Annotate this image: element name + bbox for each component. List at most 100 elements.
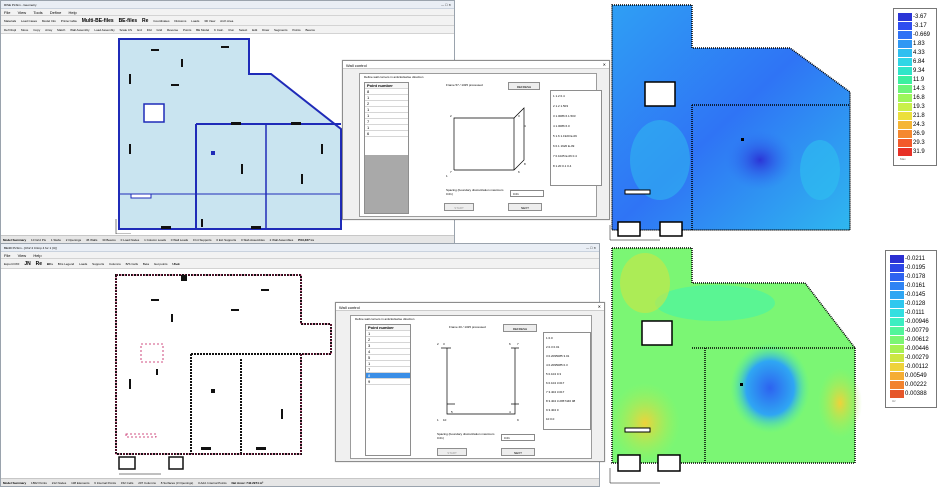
draw-tab[interactable]: Draw xyxy=(262,28,269,32)
wall-assembly-button[interactable]: Wall Assembly xyxy=(70,28,89,32)
coords-row: 9 3.404 0 xyxy=(546,408,559,412)
start-button[interactable]: START xyxy=(444,203,474,211)
legend-value: 16.8 xyxy=(913,95,925,101)
legend-value: 14.3 xyxy=(913,86,925,92)
status-points: 1862 Points xyxy=(31,481,47,485)
fild-button[interactable]: Fild xyxy=(147,28,152,32)
legend-swatch xyxy=(898,22,912,30)
start-button[interactable]: START xyxy=(437,448,467,456)
be-model-button[interactable]: BE Model xyxy=(196,28,209,32)
refresh-button[interactable]: REFRESH xyxy=(508,82,540,90)
supports-button[interactable]: Supports xyxy=(92,262,104,266)
legend-value: -0.00612 xyxy=(905,337,929,343)
menu-file[interactable]: File xyxy=(4,253,10,258)
window-controls[interactable]: — ☐ ✕ xyxy=(586,246,596,250)
legend-value: -0.00112 xyxy=(905,364,929,370)
instruction-label: Define wall corners in anticlockwise dir… xyxy=(364,75,424,79)
bs-cells-button[interactable]: B/S Cells xyxy=(126,262,138,266)
columns-button[interactable]: Columns xyxy=(109,262,121,266)
scale-cs-button[interactable]: Scale CS xyxy=(120,28,133,32)
divisions-button[interactable]: Divisions xyxy=(174,19,186,23)
legend-swatch xyxy=(898,49,912,57)
uhek-button[interactable]: Uhek xyxy=(172,262,179,266)
materials-button[interactable]: Materials xyxy=(4,19,16,23)
array-button[interactable]: Array xyxy=(45,28,52,32)
loads-button[interactable]: Loads xyxy=(191,19,199,23)
legend-swatch xyxy=(890,273,904,281)
select-tab[interactable]: Select xyxy=(239,28,247,32)
point-list[interactable]: Point number 1 2 3 4 5 1 7 8 9 xyxy=(365,324,411,456)
point-list[interactable]: Point number 8 1 2 1 1 7 1 6 xyxy=(364,82,409,214)
multi-be-files-button[interactable]: Multi-BE-files xyxy=(82,19,114,24)
spacing-input[interactable]: 0.01 xyxy=(510,190,544,197)
menu-help[interactable]: Help xyxy=(33,253,41,258)
bcs-button[interactable]: BCs xyxy=(47,262,53,266)
coords-list[interactable]: 1 0.0 2 0.3 0.01 3 0.2095085 3.01 4 0.20… xyxy=(543,332,591,430)
load-assembly-button[interactable]: Load Assembly xyxy=(94,28,114,32)
re-button[interactable]: Re xyxy=(36,262,42,267)
legend-swatch xyxy=(898,148,912,156)
coords-row: 6 0.1 1920 E-09 xyxy=(553,144,575,148)
legend-value: -0.00446 xyxy=(905,346,929,352)
run-button[interactable]: Run xyxy=(229,28,235,32)
menu-view[interactable]: View xyxy=(18,253,27,258)
points-button[interactable]: Points xyxy=(183,28,191,32)
window-controls[interactable]: — ☐ ✕ xyxy=(441,3,451,7)
load-cases-button[interactable]: Load Cases xyxy=(21,19,37,23)
grd-button[interactable]: Grd xyxy=(137,28,142,32)
list-item[interactable]: 6 xyxy=(365,131,408,137)
edit-tab[interactable]: Edit xyxy=(252,28,257,32)
segments-tab[interactable]: Segments xyxy=(274,28,288,32)
beta-button[interactable]: Beta xyxy=(143,262,149,266)
legend-swatch xyxy=(898,85,912,93)
export-dxf-button[interactable]: Export DXF xyxy=(4,262,20,266)
menu-file[interactable]: File xyxy=(4,10,10,15)
printer-table-button[interactable]: Printer table xyxy=(61,19,77,23)
next-button[interactable]: NEXT xyxy=(501,448,535,456)
refresh-button[interactable]: REFRESH xyxy=(503,324,537,332)
instruction-label: Define wall corners in anticlockwise dir… xyxy=(355,317,415,321)
menu-tools[interactable]: Tools xyxy=(33,10,42,15)
arch-area-button[interactable]: Arch Area xyxy=(220,19,233,23)
coordinates-button[interactable]: Coordinates xyxy=(153,19,169,23)
beams-tab[interactable]: Beams xyxy=(306,28,315,32)
k-calc-button[interactable]: K Calc. xyxy=(214,28,224,32)
legend-swatch xyxy=(890,291,904,299)
model-info-button[interactable]: Model Info xyxy=(42,19,56,23)
move-button[interactable]: Move xyxy=(21,28,28,32)
grid-button[interactable]: Grid xyxy=(156,28,162,32)
next-button[interactable]: NEXT xyxy=(508,203,542,211)
points-tab[interactable]: Points xyxy=(292,28,300,32)
menu-help[interactable]: Help xyxy=(68,10,76,15)
spacing-input[interactable]: 0.01 xyxy=(501,434,535,441)
re-button[interactable]: Re xyxy=(142,19,148,24)
copy-button[interactable]: Copy xyxy=(33,28,40,32)
get-points-button[interactable]: Get points xyxy=(154,262,168,266)
legend-value: -3.17 xyxy=(913,23,927,29)
node-label: 9 xyxy=(517,418,519,422)
legend-footer: Max xyxy=(900,157,906,161)
status-grid-pts: 10 Grid Pts xyxy=(31,238,47,242)
top-contour-plot xyxy=(609,4,851,241)
legend-swatch xyxy=(890,345,904,353)
legend-swatch xyxy=(890,363,904,371)
coords-row: 2 1.2 1.503 xyxy=(553,104,569,108)
3d-view-button[interactable]: 3D View xyxy=(204,19,215,23)
list-item[interactable]: 9 xyxy=(366,379,410,385)
jn-button[interactable]: JN xyxy=(24,262,30,267)
status-cells: 152 Cells xyxy=(120,481,134,485)
legend-swatch xyxy=(890,336,904,344)
reverse-button[interactable]: Reverse xyxy=(167,28,178,32)
menu-view[interactable]: View xyxy=(18,10,27,15)
match-button[interactable]: Match xyxy=(57,28,65,32)
loads-button[interactable]: Loads xyxy=(79,262,87,266)
def-displ-button[interactable]: Def Displ xyxy=(4,28,16,32)
legend-swatch xyxy=(898,112,912,120)
menu-define[interactable]: Define xyxy=(50,10,62,15)
bcs-legend-button[interactable]: BCs Legend xyxy=(58,262,75,266)
coords-list[interactable]: 1 1.2 0.4 2 1.2 1.503 3 1.0086 6.1.503 4… xyxy=(550,90,602,186)
be-files-button[interactable]: BE-files xyxy=(119,19,138,24)
legend-swatch xyxy=(898,40,912,48)
legend-swatch xyxy=(890,372,904,380)
status-column-loads: 1 Column Loads xyxy=(144,238,166,242)
